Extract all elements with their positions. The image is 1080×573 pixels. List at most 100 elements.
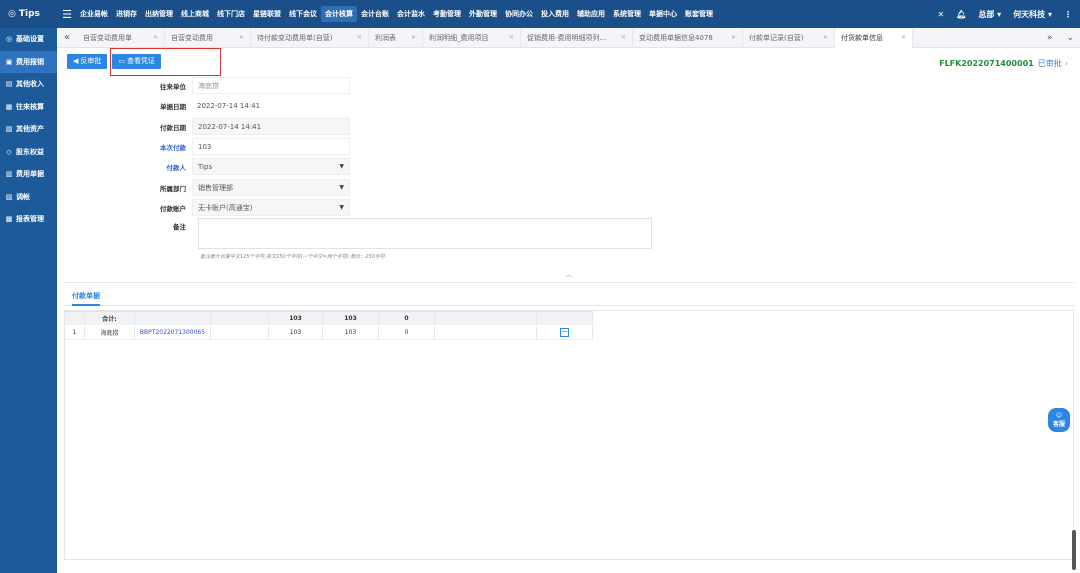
topnav-item[interactable]: 辅助应用: [573, 6, 609, 22]
topnav-item[interactable]: 会计台账: [357, 6, 393, 22]
tab-close-icon[interactable]: ✕: [509, 34, 514, 41]
topnav-item[interactable]: 星链联盟: [249, 6, 285, 22]
sidebar-icon: ◇: [6, 147, 12, 156]
topnav-item[interactable]: 线下会议: [285, 6, 321, 22]
payer-label: 付款人: [166, 163, 187, 172]
sidebar-item[interactable]: ◎ 基础设置: [0, 28, 57, 51]
tab-close-icon[interactable]: ✕: [411, 34, 416, 41]
collapse-chevron-icon[interactable]: ︿: [566, 272, 572, 279]
tab-payment-docs[interactable]: 付款单据: [72, 291, 100, 306]
payment-grid: #往来客户关联单号明细科目名称剩余应付金额本次付款未付款备注操作1海底捞BBPT…: [64, 310, 1074, 560]
pay-date-field[interactable]: 2022-07-14 14:41: [192, 118, 350, 135]
tab-item[interactable]: 自营变动费用单 ✕: [77, 27, 165, 48]
tab-close-icon[interactable]: ✕: [823, 34, 828, 41]
sidebar-icon: ◎: [5, 35, 13, 44]
remove-row-icon[interactable]: −: [560, 328, 569, 337]
sidebar-item[interactable]: ▧ 其他资产: [0, 118, 57, 141]
tab-list: 自营变动费用单 ✕ 自营变动费用 ✕ 待付款变动费用单(自营) ✕ 利润表 ✕ 利润明细_费用项…: [77, 27, 913, 48]
topnav-item[interactable]: 系统管理: [609, 6, 645, 22]
tab-bar-right: » ⌄: [1047, 28, 1074, 48]
doc-number-text: FLFK2022071400001: [939, 59, 1034, 68]
sidebar-icon: ▦: [5, 102, 13, 111]
tab-item[interactable]: 利润明细_费用项目 ✕: [423, 27, 521, 48]
tab-item[interactable]: 付货款单信息 ✕: [835, 27, 913, 48]
topnav-item[interactable]: 会计核算: [321, 6, 357, 22]
counterparty-field[interactable]: 海底捞: [192, 77, 350, 94]
sidebar-item-label: 基础设置: [16, 35, 44, 44]
topnav-item[interactable]: 线下门店: [213, 6, 249, 22]
topnav-item[interactable]: 单据中心: [645, 6, 681, 22]
tab-item[interactable]: 付款单记录(自营) ✕: [743, 27, 835, 48]
tab-label: 促销费用-费用明细项列...: [527, 33, 607, 42]
tab-item[interactable]: 变动费用单据信息4078 ✕: [633, 27, 743, 48]
topnav-item[interactable]: 线上商城: [177, 6, 213, 22]
topnav-item[interactable]: 会计监水: [393, 6, 429, 22]
table-cell: 0: [379, 326, 435, 340]
table-cell: [435, 312, 537, 325]
tab-scroll-right-icon[interactable]: »: [1047, 33, 1053, 43]
account-value: 无卡账户(高通宝): [198, 203, 253, 212]
topnav-item[interactable]: 考勤管理: [429, 6, 465, 22]
table-cell: [211, 312, 269, 325]
tab-item[interactable]: 待付款变动费用单(自营) ✕: [251, 27, 369, 48]
tab-close-icon[interactable]: ✕: [153, 34, 158, 41]
account-select[interactable]: 无卡账户(高通宝) ▼: [192, 199, 350, 216]
dept-select[interactable]: 销售管理部 ▼: [192, 179, 350, 196]
sidebar-item[interactable]: ▦ 往来核算: [0, 96, 57, 119]
more-icon[interactable]: ⋮: [1064, 10, 1072, 19]
tab-close-icon[interactable]: ✕: [621, 34, 626, 41]
highlight-box: [110, 48, 221, 76]
menu-toggle-icon[interactable]: ☰: [60, 8, 74, 21]
sidebar-item[interactable]: ▤ 其他收入: [0, 73, 57, 96]
topnav-item[interactable]: 出纳管理: [141, 6, 177, 22]
row-doc-date: 单据日期 2022-07-14 14:41: [130, 97, 350, 114]
topnav-item[interactable]: 进销存: [112, 6, 141, 22]
table-cell: [135, 312, 211, 325]
topnav-item[interactable]: 投入费用: [537, 6, 573, 22]
tab-close-icon[interactable]: ✕: [239, 34, 244, 41]
tab-menu-chevron-icon[interactable]: ⌄: [1066, 33, 1074, 43]
topnav-item[interactable]: 外勤管理: [465, 6, 501, 22]
scrollbar[interactable]: [1072, 530, 1076, 570]
sidebar-item[interactable]: ▥ 费用单据: [0, 163, 57, 186]
sidebar-item-label: 往来核算: [16, 102, 44, 111]
topnav-item[interactable]: 协同办公: [501, 6, 537, 22]
company-menu[interactable]: 何天科技 ▾: [1013, 9, 1052, 20]
tab-item[interactable]: 促销费用-费用明细项列... ✕: [521, 27, 633, 48]
close-icon[interactable]: ✕: [938, 10, 945, 19]
sidebar-item-label: 费用报销: [16, 57, 44, 66]
table-cell: 103: [323, 312, 379, 325]
sidebar-item[interactable]: ▩ 报表管理: [0, 208, 57, 231]
brand[interactable]: ◎ Tips: [0, 9, 60, 19]
table-cell: 103: [269, 312, 323, 325]
user-menu[interactable]: 总部 ▾: [978, 9, 1001, 20]
row-amount: 本次付款 103: [130, 138, 350, 155]
table-cell: [211, 326, 269, 340]
tab-scroll-left-icon[interactable]: «: [57, 32, 77, 43]
sidebar-item[interactable]: ▣ 费用报销: [0, 50, 57, 73]
sidebar-item-label: 股东权益: [16, 147, 44, 156]
remark-textarea[interactable]: [198, 218, 652, 249]
tab-item[interactable]: 利润表 ✕: [369, 27, 423, 48]
caret-down-icon: ▼: [339, 204, 344, 211]
sidebar-item-label: 费用单据: [16, 170, 44, 179]
sidebar-item[interactable]: ◇ 股东权益: [0, 141, 57, 164]
payer-select[interactable]: Tips ▼: [192, 158, 350, 175]
topnav-item[interactable]: 企业易帐: [76, 6, 112, 22]
table-cell: [65, 312, 85, 325]
table-cell: 0: [379, 312, 435, 325]
tab-item[interactable]: 自营变动费用 ✕: [165, 27, 251, 48]
amount-field[interactable]: 103: [192, 138, 350, 155]
tab-close-icon[interactable]: ✕: [357, 34, 362, 41]
bell-icon[interactable]: 🔔︎: [956, 10, 966, 19]
doc-number: FLFK2022071400001 已审批 ›: [939, 58, 1068, 69]
sidebar-item[interactable]: ▨ 调帐: [0, 186, 57, 209]
back-approve-button[interactable]: ◀ 反审批: [67, 54, 108, 69]
tab-label: 自营变动费用单: [83, 33, 132, 42]
customer-service-button[interactable]: ☺ 客服: [1048, 408, 1070, 432]
tab-close-icon[interactable]: ✕: [731, 34, 736, 41]
account-label: 付款账户: [160, 204, 186, 213]
caret-down-icon: ▼: [339, 184, 344, 191]
tab-close-icon[interactable]: ✕: [901, 34, 906, 41]
topnav-item[interactable]: 账套管理: [681, 6, 717, 22]
